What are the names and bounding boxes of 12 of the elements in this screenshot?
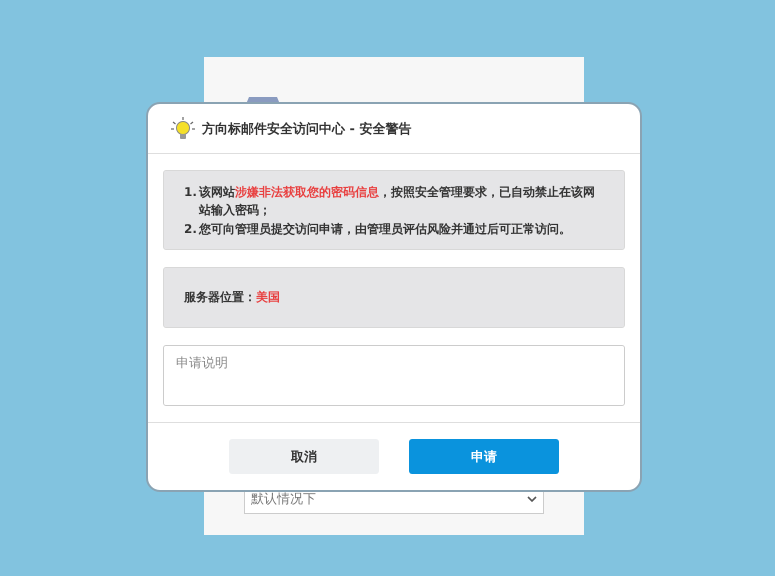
server-location: 美国 xyxy=(256,289,280,306)
dialog-title: 方向标邮件安全访问中心 - 安全警告 xyxy=(202,120,412,138)
chevron-down-icon xyxy=(527,495,537,503)
cancel-button[interactable]: 取消 xyxy=(229,439,379,474)
server-label: 服务器位置： xyxy=(184,289,256,306)
warning-text: 该网站涉嫌非法获取您的密码信息，按照安全管理要求，已自动禁止在该网站输入密码； xyxy=(199,184,596,219)
light-bulb-icon xyxy=(170,116,196,142)
list-number: 2. xyxy=(184,221,198,238)
reason-field[interactable]: 申请说明 xyxy=(163,345,625,406)
warning-text: 您可向管理员提交访问申请，由管理员评估风险并通过后可正常访问。 xyxy=(199,221,571,238)
apply-button[interactable]: 申请 xyxy=(409,439,559,474)
list-number: 1. xyxy=(184,184,198,201)
